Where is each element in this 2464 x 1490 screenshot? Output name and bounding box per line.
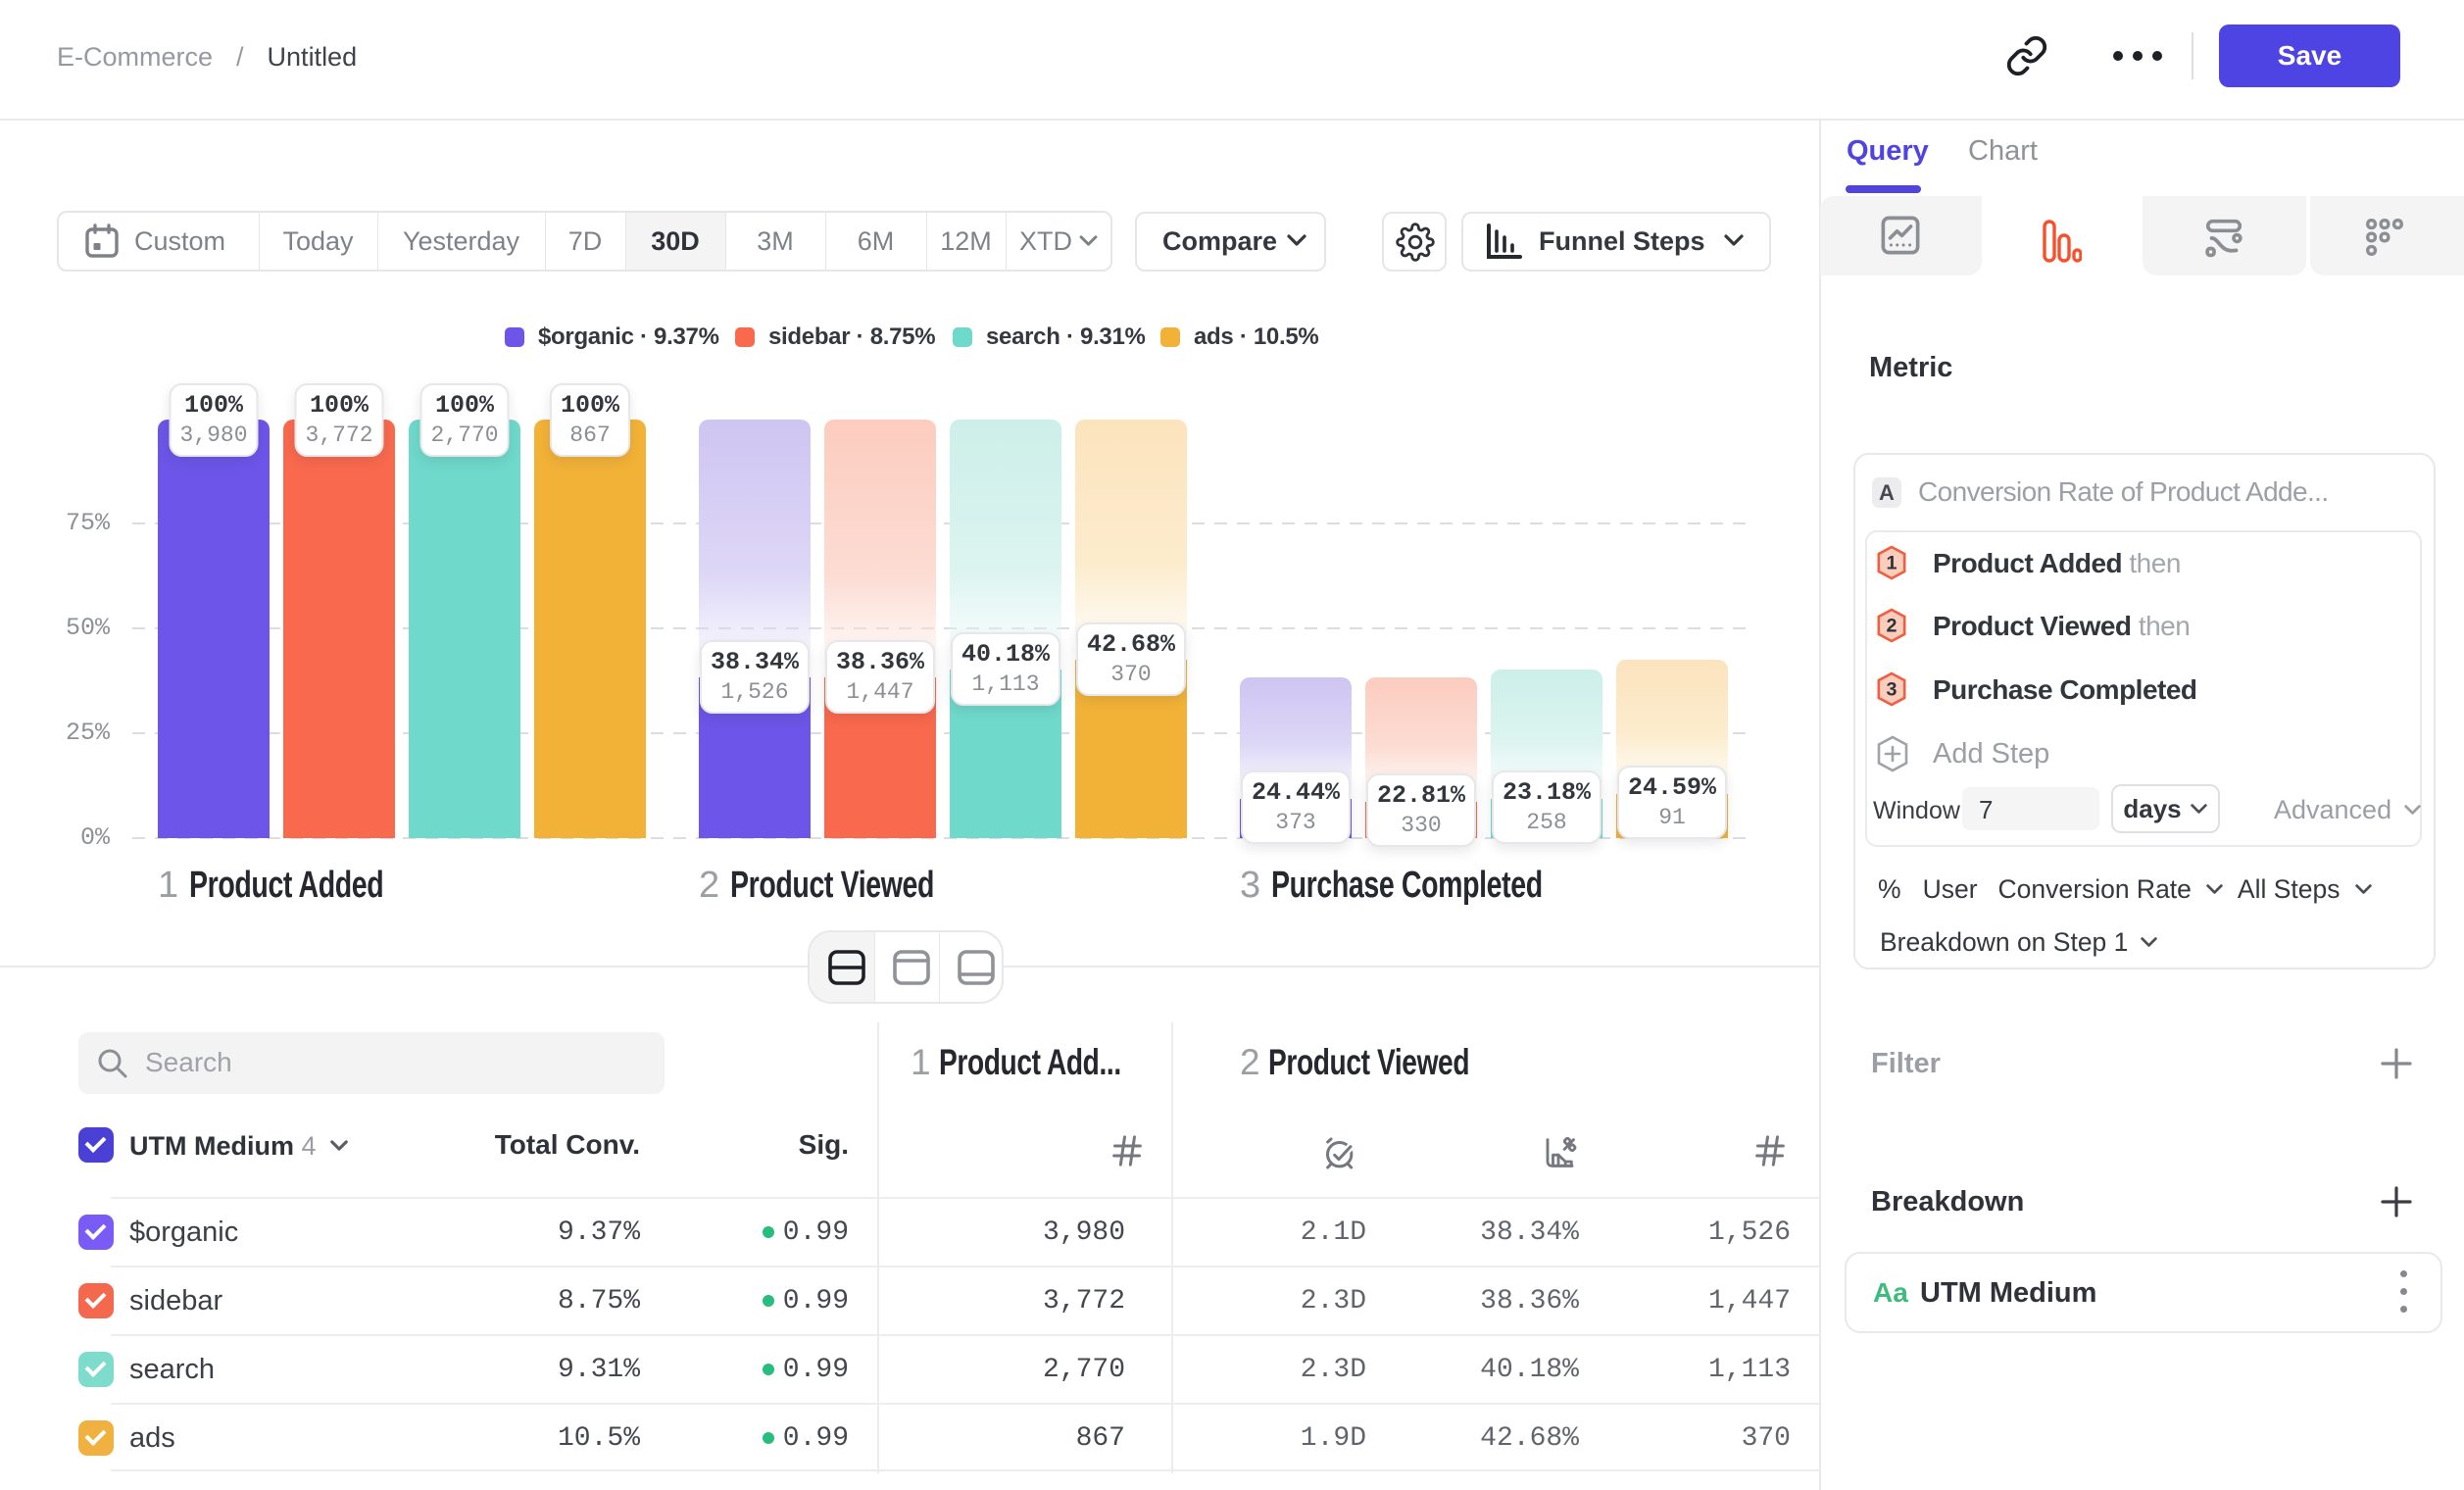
svg-text:3: 3 xyxy=(1887,679,1897,701)
svg-text:2: 2 xyxy=(1887,616,1897,637)
svg-text:1: 1 xyxy=(1887,553,1897,574)
